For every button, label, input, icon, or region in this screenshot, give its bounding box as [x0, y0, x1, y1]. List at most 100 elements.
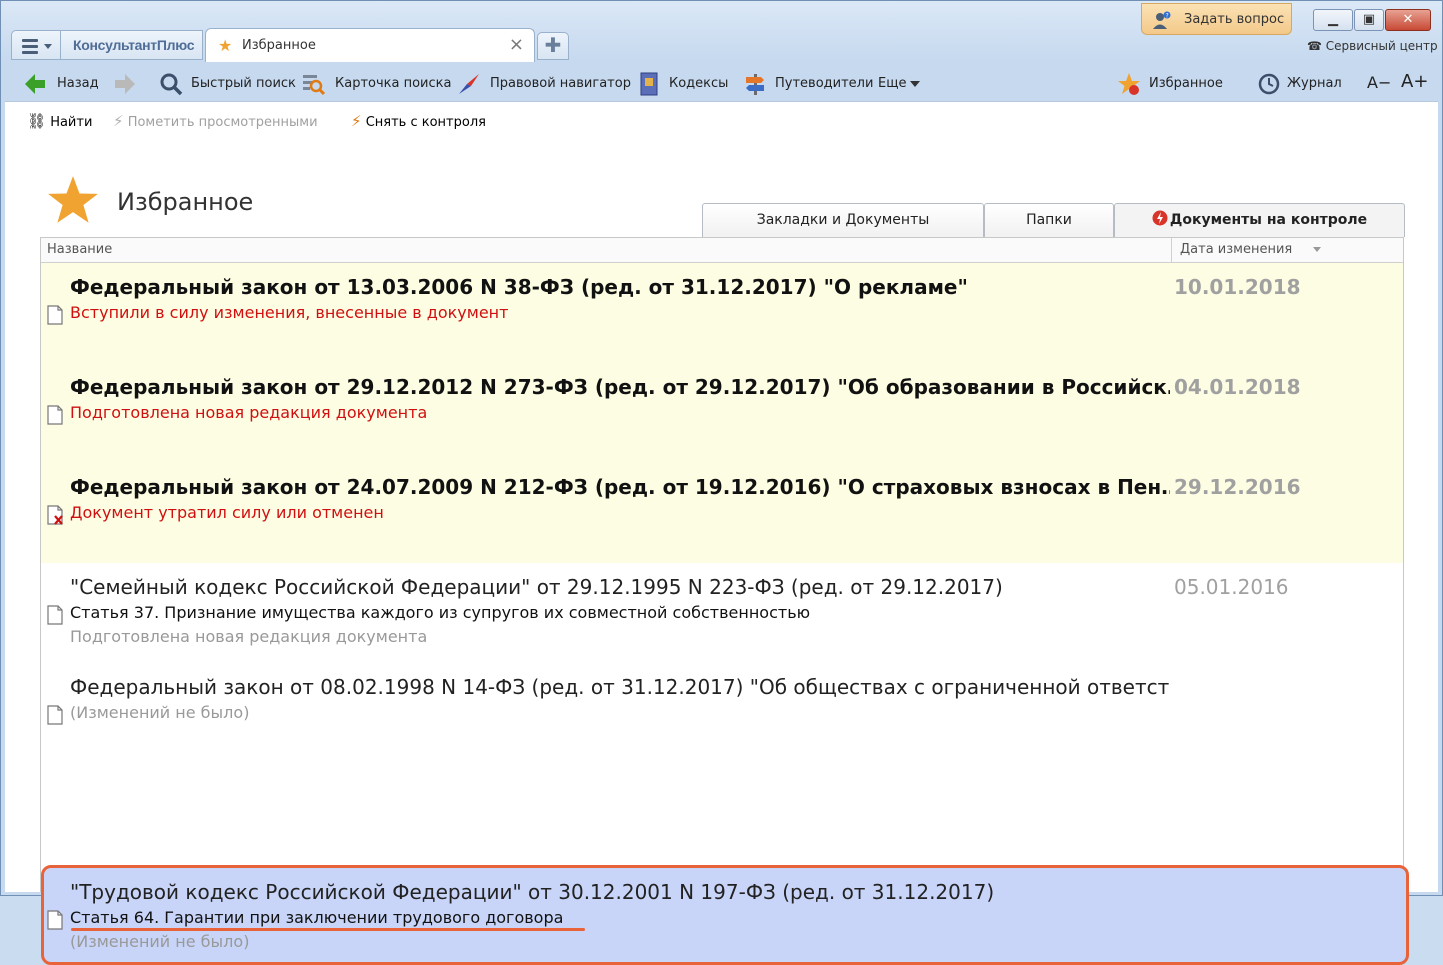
documents-grid: Название Дата изменения Федеральный зако…: [40, 237, 1409, 965]
tab-favorites[interactable]: ★ Избранное ×: [205, 28, 535, 62]
search-card-button[interactable]: Карточка поиска: [301, 65, 451, 101]
app-window: КонсультантПлюс ★ Избранное × ✚ ? Задать…: [0, 0, 1443, 965]
magnifier-icon: [160, 73, 183, 96]
grid-header: Название Дата изменения: [41, 238, 1403, 263]
document-title[interactable]: Федеральный закон от 24.07.2009 N 212-ФЗ…: [70, 475, 1170, 499]
document-status: Документ утратил силу или отменен: [70, 503, 384, 522]
document-icon: [47, 305, 63, 325]
close-tab-icon[interactable]: ×: [509, 34, 524, 55]
compass-icon: [459, 74, 479, 94]
font-larger-label: A+: [1401, 71, 1429, 92]
main-toolbar: Назад Быстрый поиск Карточка поиска Прав…: [1, 65, 1442, 101]
document-status: Подготовлена новая редакция документа: [70, 403, 428, 422]
back-button[interactable]: Назад: [23, 65, 103, 101]
page-title: Избранное: [117, 188, 254, 216]
codes-book-icon: [640, 72, 658, 96]
change-date: 04.01.2018: [1174, 375, 1301, 399]
service-center-label: Сервисный центр: [1325, 39, 1438, 53]
chevron-down-icon: [44, 44, 52, 49]
svg-text:?: ?: [1166, 13, 1169, 20]
ask-question-button[interactable]: ? Задать вопрос: [1141, 3, 1292, 35]
document-icon: [47, 705, 63, 725]
close-window-button[interactable]: ✕: [1385, 9, 1431, 31]
change-date: 10.01.2018: [1174, 275, 1301, 299]
table-row[interactable]: Федеральный закон от 08.02.1998 N 14-ФЗ …: [41, 663, 1403, 763]
phone-icon: ☎: [1307, 39, 1322, 53]
remove-control-icon: ⚡: [351, 112, 362, 130]
codes-label: Кодексы: [669, 76, 729, 91]
maximize-button[interactable]: ▣: [1354, 9, 1384, 31]
star-icon: ★: [218, 36, 233, 55]
guides-label: Путеводители: [775, 76, 874, 91]
find-label: Найти: [50, 115, 93, 130]
font-smaller-label: A−: [1367, 73, 1392, 92]
document-status: Подготовлена новая редакция документа: [70, 627, 428, 646]
search-card-icon: [303, 75, 325, 96]
sort-icon[interactable]: [1313, 247, 1321, 252]
minimize-button[interactable]: ▁: [1313, 9, 1353, 31]
document-title[interactable]: Федеральный закон от 08.02.1998 N 14-ФЗ …: [70, 675, 1170, 699]
table-row[interactable]: Федеральный закон от 13.03.2006 N 38-ФЗ …: [41, 263, 1403, 363]
remove-control-button[interactable]: ⚡ Снять с контроля: [351, 112, 486, 130]
quick-search-button[interactable]: Быстрый поиск: [159, 65, 296, 101]
tab-folders[interactable]: Папки: [984, 203, 1114, 237]
binoculars-icon: ⛓: [27, 112, 47, 130]
document-status: Вступили в силу изменения, внесенные в д…: [70, 303, 509, 322]
favorites-star-icon: [1118, 73, 1140, 95]
document-status: (Изменений не было): [70, 932, 250, 951]
guides-button[interactable]: Путеводители: [743, 65, 873, 101]
font-smaller-button[interactable]: A−: [1367, 65, 1391, 101]
tab-controlled-documents[interactable]: Документы на контроле: [1114, 203, 1405, 237]
forward-button[interactable]: [113, 65, 143, 101]
article-title: Статья 37. Признание имущества каждого и…: [70, 603, 811, 622]
brand-tab[interactable]: КонсультантПлюс: [61, 30, 203, 60]
mark-viewed-button[interactable]: ⚡ Пометить просмотренными: [113, 112, 318, 130]
document-title[interactable]: Федеральный закон от 13.03.2006 N 38-ФЗ …: [70, 275, 1170, 299]
control-icon: [1152, 210, 1168, 226]
back-label: Назад: [57, 76, 99, 91]
mark-viewed-label: Пометить просмотренными: [127, 115, 318, 130]
document-status: (Изменений не было): [70, 703, 250, 722]
change-date: 29.12.2016: [1174, 475, 1301, 499]
tab-bar: КонсультантПлюс ★ Избранное × ✚: [9, 28, 1009, 62]
document-title[interactable]: "Семейный кодекс Российской Федерации" о…: [70, 575, 1170, 599]
tab-label: Избранное: [242, 38, 316, 53]
arrow-right-icon: [115, 74, 135, 94]
content-area: ⛓ Найти ⚡ Пометить просмотренными ⚡ Снят…: [5, 101, 1438, 965]
service-center-link[interactable]: ☎ Сервисный центр: [1307, 39, 1438, 53]
more-label: Еще: [878, 76, 907, 91]
document-invalid-icon: [47, 505, 63, 525]
tab-bookmarks-documents[interactable]: Закладки и Документы: [702, 203, 984, 237]
codes-button[interactable]: Кодексы: [637, 65, 729, 101]
column-name-header[interactable]: Название: [47, 242, 112, 257]
table-row[interactable]: Федеральный закон от 24.07.2009 N 212-ФЗ…: [41, 463, 1403, 563]
search-card-label: Карточка поиска: [335, 76, 452, 91]
font-larger-button[interactable]: A+: [1401, 65, 1431, 101]
signpost-icon: [746, 74, 764, 95]
column-date-header[interactable]: Дата изменения: [1171, 238, 1400, 262]
sub-toolbar: ⛓ Найти ⚡ Пометить просмотренными ⚡ Снят…: [5, 102, 1438, 138]
favorites-label: Избранное: [1149, 76, 1223, 91]
chevron-down-icon: [910, 81, 920, 87]
consultant-icon: ?: [1153, 11, 1171, 29]
quick-search-label: Быстрый поиск: [191, 76, 296, 91]
favorites-button[interactable]: Избранное: [1117, 65, 1227, 101]
document-title[interactable]: Федеральный закон от 29.12.2012 N 273-ФЗ…: [70, 375, 1170, 399]
document-title[interactable]: "Трудовой кодекс Российской Федерации" о…: [70, 880, 1170, 904]
new-tab-button[interactable]: ✚: [537, 32, 569, 60]
main-menu-button[interactable]: [11, 30, 61, 60]
document-icon: [47, 605, 63, 625]
journal-button[interactable]: Журнал: [1257, 65, 1342, 101]
table-row[interactable]: "Семейный кодекс Российской Федерации" о…: [41, 563, 1403, 663]
more-menu-button[interactable]: Еще: [878, 65, 928, 101]
remove-control-label: Снять с контроля: [365, 115, 486, 130]
table-row[interactable]: Федеральный закон от 29.12.2012 N 273-ФЗ…: [41, 363, 1403, 463]
annotation-underline: [71, 928, 585, 931]
table-row-selected[interactable]: "Трудовой кодекс Российской Федерации" о…: [41, 865, 1409, 965]
legal-navigator-button[interactable]: Правовой навигатор: [457, 65, 631, 101]
page-star-icon: [48, 176, 98, 223]
article-title: Статья 64. Гарантии при заключении трудо…: [70, 908, 564, 927]
find-button[interactable]: ⛓ Найти: [27, 112, 92, 130]
tab-controlled-label: Документы на контроле: [1169, 212, 1368, 228]
change-date: 05.01.2016: [1174, 575, 1289, 599]
